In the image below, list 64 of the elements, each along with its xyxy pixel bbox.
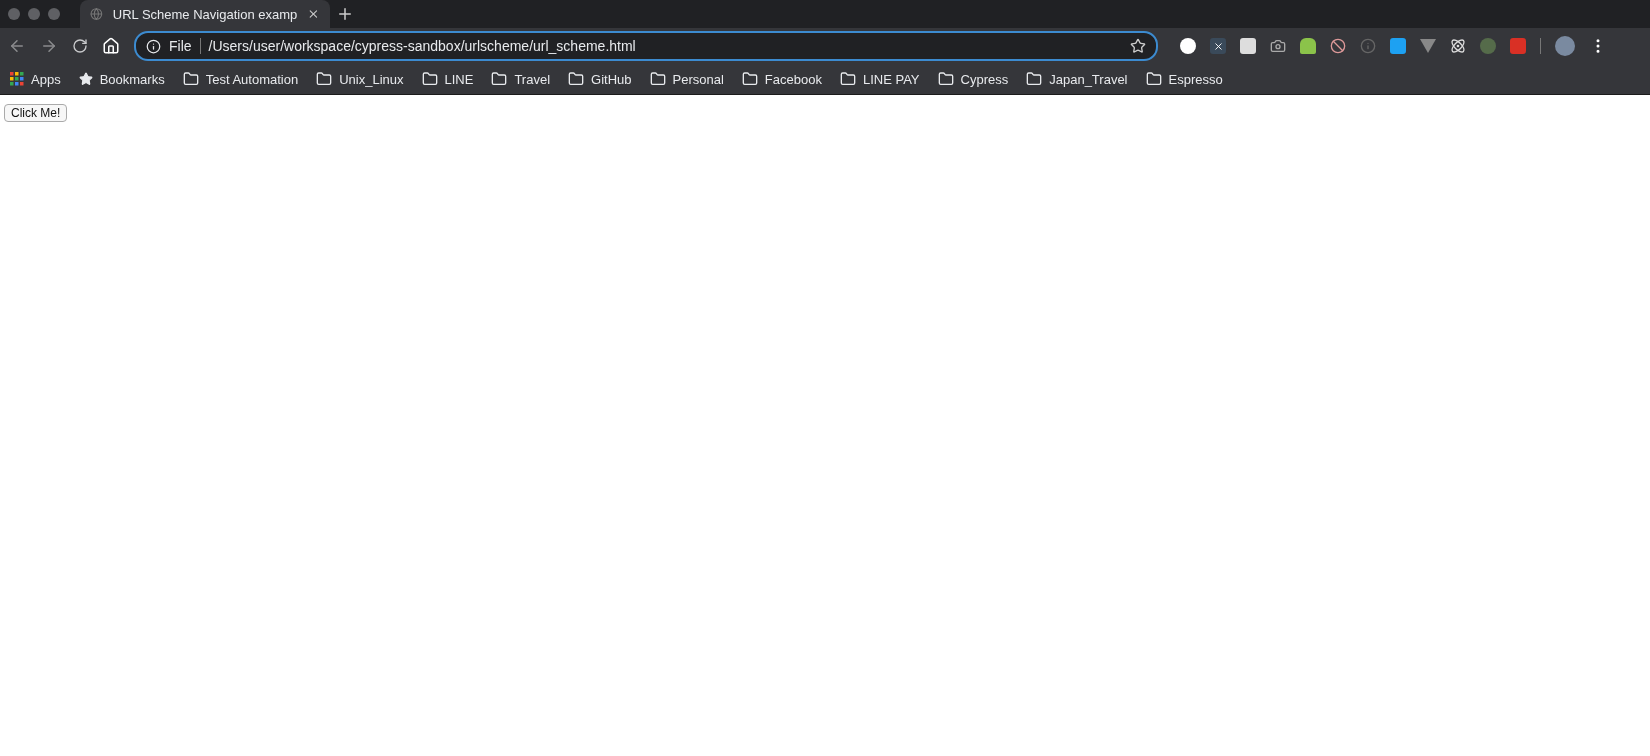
- forward-icon[interactable]: [40, 37, 58, 55]
- star-icon: [78, 72, 93, 86]
- folder-icon: [937, 71, 954, 87]
- bookmark-item[interactable]: GitHub: [568, 71, 632, 87]
- extension-icon[interactable]: [1300, 38, 1316, 54]
- bookmark-item[interactable]: Cypress: [937, 71, 1009, 87]
- bookmark-label: Travel: [514, 71, 551, 87]
- bookmark-item[interactable]: Japan_Travel: [1026, 71, 1128, 87]
- bookmark-label: Facebook: [764, 71, 822, 87]
- window-control-icon[interactable]: [8, 8, 20, 20]
- bookmark-label: Cypress: [960, 71, 1009, 87]
- folder-icon: [1026, 71, 1043, 87]
- bookmark-item[interactable]: Test Automation: [182, 71, 299, 87]
- bookmark-label: LINE PAY: [862, 71, 920, 87]
- bookmark-label: Personal: [672, 71, 724, 87]
- block-icon[interactable]: [1330, 38, 1346, 54]
- bookmark-label: Test Automation: [205, 71, 299, 87]
- folder-icon: [839, 71, 856, 87]
- click-me-button[interactable]: Click Me!: [4, 104, 68, 122]
- scheme-label: File: [169, 38, 192, 54]
- info-icon: [146, 38, 161, 54]
- avatar-icon[interactable]: [1555, 36, 1575, 56]
- bookmark-item[interactable]: Facebook: [741, 71, 822, 87]
- folder-icon: [182, 71, 199, 87]
- extension-icon[interactable]: [1210, 38, 1226, 54]
- browser-tab[interactable]: URL Scheme Navigation examp: [80, 0, 330, 28]
- bookmark-item[interactable]: LINE: [421, 71, 474, 87]
- folder-icon: [316, 71, 333, 87]
- bookmark-item[interactable]: Bookmarks: [78, 71, 165, 87]
- folder-icon: [1145, 71, 1162, 87]
- bookmark-label: LINE: [444, 71, 474, 87]
- bookmark-item[interactable]: Espresso: [1145, 71, 1223, 87]
- bookmark-item[interactable]: Travel: [491, 71, 551, 87]
- folder-icon: [741, 71, 758, 87]
- folder-icon: [649, 71, 666, 87]
- address-bar[interactable]: File /Users/user/workspace/cypress-sandbox/urlscheme/url_scheme.html: [134, 31, 1158, 61]
- camera-icon[interactable]: [1270, 38, 1286, 54]
- new-tab-icon[interactable]: [336, 5, 354, 23]
- extension-icon[interactable]: [1180, 38, 1196, 54]
- bookmark-item[interactable]: LINE PAY: [839, 71, 920, 87]
- window-control-icon[interactable]: [48, 8, 60, 20]
- home-icon[interactable]: [102, 37, 120, 55]
- atom-icon[interactable]: [1450, 38, 1466, 54]
- folder-icon: [491, 71, 508, 87]
- bookmark-item[interactable]: Personal: [649, 71, 724, 87]
- folder-icon: [568, 71, 585, 87]
- apps-grid-icon: [10, 72, 24, 86]
- bookmark-item[interactable]: Unix_Linux: [316, 71, 404, 87]
- url-text: /Users/user/workspace/cypress-sandbox/urlscheme/url_scheme.html: [208, 38, 637, 54]
- folder-icon: [421, 71, 438, 87]
- reload-icon[interactable]: [72, 38, 88, 54]
- triangle-icon[interactable]: [1420, 39, 1436, 53]
- bookmark-label: Apps: [31, 71, 61, 87]
- back-icon[interactable]: [8, 37, 26, 55]
- globe-icon: [90, 7, 103, 21]
- close-icon[interactable]: [307, 7, 320, 21]
- bookmark-label: GitHub: [591, 71, 632, 87]
- window-control-icon[interactable]: [28, 8, 40, 20]
- bookmark-star-icon[interactable]: [1130, 38, 1146, 54]
- bookmark-item[interactable]: Apps: [10, 71, 61, 87]
- bookmark-label: Unix_Linux: [339, 71, 404, 87]
- bookmark-label: Japan_Travel: [1049, 71, 1128, 87]
- bookmark-label: Espresso: [1168, 71, 1223, 87]
- bookmark-label: Bookmarks: [99, 71, 165, 87]
